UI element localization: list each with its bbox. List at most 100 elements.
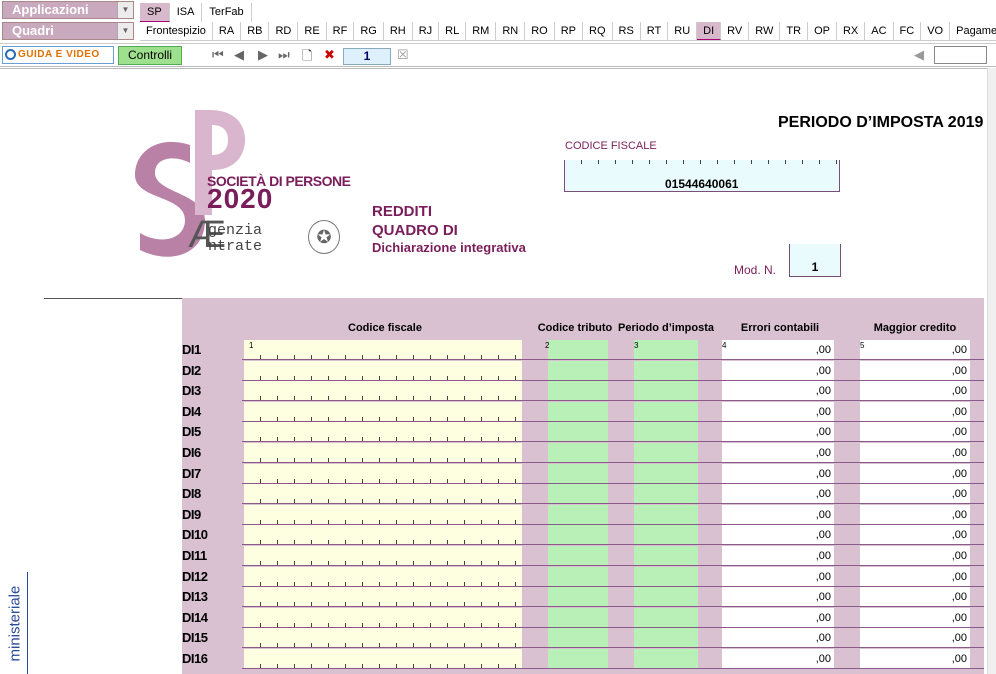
maggior-credito-input[interactable]: ,00 — [860, 628, 970, 648]
codice-fiscale-input[interactable] — [244, 422, 522, 442]
first-page-icon[interactable]: ⏮ — [212, 47, 224, 63]
tab-quadro-frontespizio[interactable]: Frontespizio — [140, 22, 213, 40]
periodo-imposta-input[interactable] — [634, 360, 698, 380]
periodo-imposta-input[interactable] — [634, 607, 698, 627]
maggior-credito-input[interactable]: ,00 — [860, 504, 970, 524]
codice-tributo-input[interactable] — [548, 607, 608, 627]
tab-quadro-rv[interactable]: RV — [721, 22, 750, 40]
tab-quadro-rh[interactable]: RH — [384, 22, 413, 40]
codice-fiscale-input[interactable] — [244, 628, 522, 648]
periodo-imposta-input[interactable] — [634, 546, 698, 565]
controlli-button[interactable]: Controlli — [118, 46, 182, 65]
errori-contabili-input[interactable]: ,00 — [722, 566, 834, 586]
tab-quadro-re[interactable]: RE — [298, 22, 327, 40]
periodo-imposta-input[interactable] — [634, 422, 698, 442]
periodo-imposta-input[interactable] — [634, 525, 698, 545]
codice-tributo-input[interactable] — [548, 587, 608, 607]
maggior-credito-input[interactable]: ,00 — [860, 463, 970, 483]
tab-sp[interactable]: SP — [140, 3, 170, 22]
codice-tributo-input[interactable] — [548, 628, 608, 648]
tab-quadro-rw[interactable]: RW — [749, 22, 781, 40]
periodo-imposta-input[interactable] — [634, 504, 698, 524]
vertical-scrollbar[interactable] — [987, 68, 996, 674]
codice-fiscale-input[interactable] — [244, 525, 522, 545]
codice-fiscale-input[interactable] — [244, 340, 522, 359]
codice-fiscale-input[interactable] — [244, 360, 522, 380]
codice-fiscale-input[interactable] — [244, 649, 522, 668]
maggior-credito-input[interactable]: ,00 — [860, 546, 970, 565]
codice-fiscale-input[interactable] — [244, 443, 522, 462]
scroll-left-icon[interactable]: ◀ — [914, 47, 924, 63]
periodo-imposta-input[interactable] — [634, 443, 698, 462]
tab-quadro-rb[interactable]: RB — [241, 22, 270, 40]
zoom-field[interactable] — [934, 46, 987, 64]
codice-fiscale-input[interactable] — [244, 607, 522, 627]
codice-tributo-input[interactable] — [548, 525, 608, 545]
periodo-imposta-input[interactable] — [634, 381, 698, 401]
codice-tributo-input[interactable] — [548, 422, 608, 442]
tab-quadro-ra[interactable]: RA — [213, 22, 242, 40]
errori-contabili-input[interactable]: ,00 — [722, 360, 834, 380]
codice-fiscale-input[interactable] — [244, 504, 522, 524]
tab-quadro-rf[interactable]: RF — [327, 22, 355, 40]
errori-contabili-input[interactable]: ,00 — [722, 546, 834, 565]
codice-fiscale-input[interactable] — [244, 587, 522, 607]
maggior-credito-input[interactable]: ,00 — [860, 422, 970, 442]
maggior-credito-input[interactable]: ,00 — [860, 566, 970, 586]
codice-tributo-input[interactable] — [548, 360, 608, 380]
codice-tributo-input[interactable] — [548, 484, 608, 504]
periodo-imposta-input[interactable] — [634, 463, 698, 483]
errori-contabili-input[interactable]: ,00 — [722, 463, 834, 483]
periodo-imposta-input[interactable] — [634, 484, 698, 504]
codice-fiscale-input[interactable] — [244, 401, 522, 421]
new-page-icon[interactable]: 🗋 — [302, 47, 312, 69]
errori-contabili-input[interactable]: ,00 — [722, 443, 834, 462]
errori-contabili-input[interactable]: ,00 — [722, 587, 834, 607]
periodo-imposta-input[interactable] — [634, 340, 698, 359]
tab-quadro-rs[interactable]: RS — [613, 22, 641, 40]
tab-isa[interactable]: ISA — [170, 3, 203, 22]
guida-video-button[interactable]: GUIDA E VIDEO — [2, 46, 114, 64]
tab-quadro-fc[interactable]: FC — [894, 22, 922, 40]
tab-quadro-rp[interactable]: RP — [555, 22, 584, 40]
tab-terfab[interactable]: TerFab — [202, 3, 252, 22]
errori-contabili-input[interactable]: ,00 — [722, 484, 834, 504]
tab-quadro-di[interactable]: DI — [697, 22, 722, 40]
tab-quadro-rd[interactable]: RD — [269, 22, 299, 40]
periodo-imposta-input[interactable] — [634, 587, 698, 607]
periodo-imposta-input[interactable] — [634, 628, 698, 648]
maggior-credito-input[interactable]: ,00 — [860, 401, 970, 421]
tab-quadro-rg[interactable]: RG — [354, 22, 384, 40]
maggior-credito-input[interactable]: ,00 — [860, 607, 970, 627]
errori-contabili-input[interactable]: ,00 — [722, 504, 834, 524]
maggior-credito-input[interactable]: ,00 — [860, 340, 970, 359]
maggior-credito-input[interactable]: ,00 — [860, 525, 970, 545]
codice-fiscale-input[interactable] — [244, 546, 522, 565]
codice-fiscale-field[interactable]: 01544640061 — [564, 160, 840, 192]
codice-tributo-input[interactable] — [548, 504, 608, 524]
tab-quadro-rx[interactable]: RX — [837, 22, 866, 40]
chevron-down-icon[interactable]: ▼ — [117, 2, 133, 18]
errori-contabili-input[interactable]: ,00 — [722, 525, 834, 545]
close-page-icon[interactable]: ☒ — [397, 47, 409, 63]
errori-contabili-input[interactable]: ,00 — [722, 340, 834, 359]
page-number-field[interactable]: 1 — [343, 48, 391, 65]
codice-fiscale-input[interactable] — [244, 484, 522, 504]
tab-quadro-rj[interactable]: RJ — [413, 22, 440, 40]
errori-contabili-input[interactable]: ,00 — [722, 422, 834, 442]
next-page-icon[interactable]: ▶ — [258, 47, 268, 63]
tab-quadro-op[interactable]: OP — [808, 22, 837, 40]
maggior-credito-input[interactable]: ,00 — [860, 381, 970, 401]
tab-quadro-rl[interactable]: RL — [439, 22, 467, 40]
errori-contabili-input[interactable]: ,00 — [722, 628, 834, 648]
codice-tributo-input[interactable] — [548, 463, 608, 483]
tab-quadro-rm[interactable]: RM — [466, 22, 497, 40]
codice-tributo-input[interactable] — [548, 381, 608, 401]
mod-number-field[interactable]: 1 — [789, 244, 841, 277]
quadri-dropdown[interactable]: Quadri ▼ — [2, 22, 134, 40]
tab-quadro-ac[interactable]: AC — [865, 22, 894, 40]
last-page-icon[interactable]: ⏭ — [278, 47, 290, 63]
errori-contabili-input[interactable]: ,00 — [722, 381, 834, 401]
codice-fiscale-input[interactable] — [244, 463, 522, 483]
applicazioni-dropdown[interactable]: Applicazioni ▼ — [2, 1, 134, 19]
